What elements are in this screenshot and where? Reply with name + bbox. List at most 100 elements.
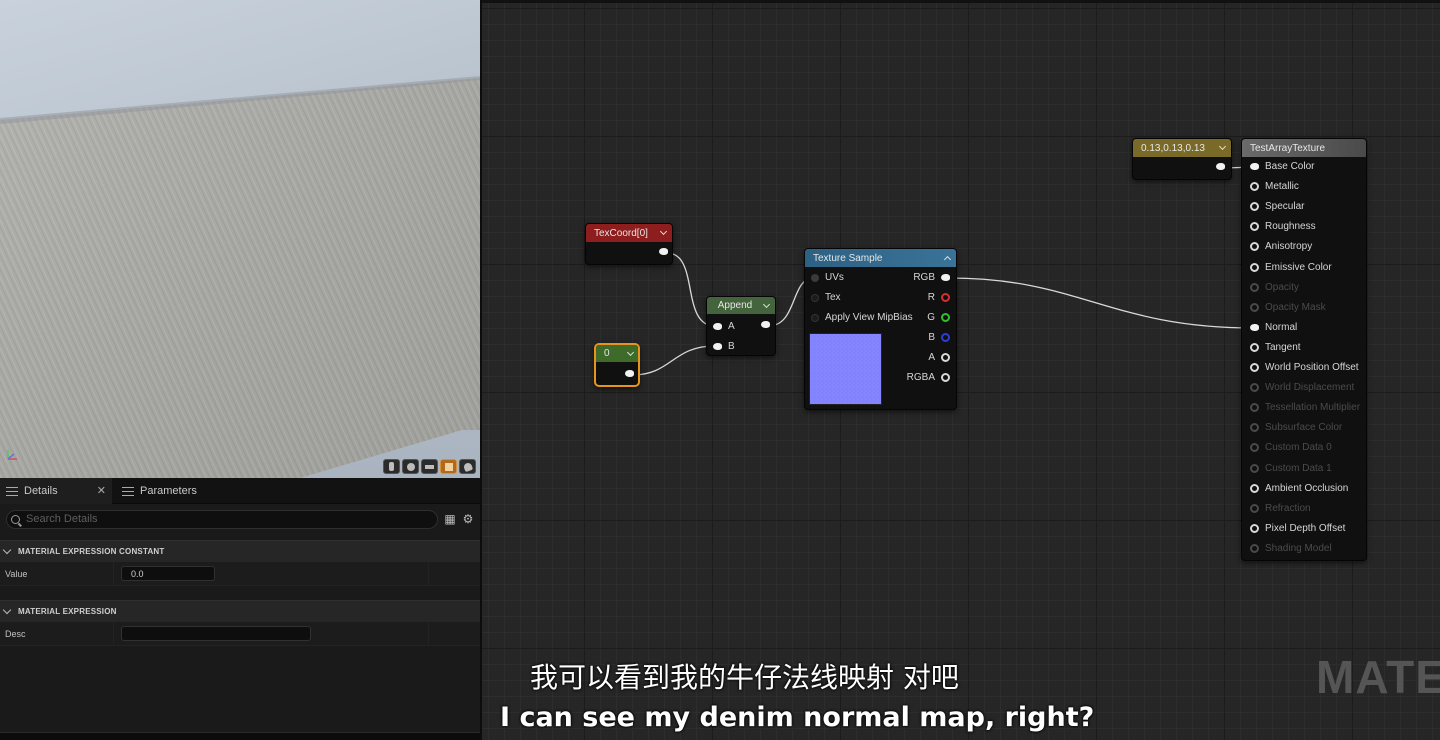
- material-input-custom-data-0[interactable]: Custom Data 0: [1250, 442, 1332, 453]
- material-input-emissive-color[interactable]: Emissive Color: [1250, 262, 1332, 273]
- input-pin-tex[interactable]: Tex: [811, 292, 841, 303]
- output-pin-g[interactable]: G: [927, 312, 950, 323]
- material-input-opacity-mask[interactable]: Opacity Mask: [1250, 302, 1326, 313]
- output-pin-a[interactable]: A: [928, 352, 950, 363]
- pin-label: A: [928, 352, 935, 363]
- constant-node-header: 0: [596, 345, 638, 362]
- pin-label: Roughness: [1265, 221, 1316, 233]
- wire-rgb-to-normal: [948, 277, 1255, 329]
- input-pin-icon: [1250, 262, 1259, 272]
- chevron-down-icon[interactable]: [626, 348, 635, 357]
- texture-preview-thumbnail: [809, 333, 882, 405]
- material-input-world-displacement[interactable]: World Displacement: [1250, 382, 1354, 393]
- pin-label: Shading Model: [1265, 542, 1332, 554]
- input-pin-icon: [1250, 182, 1259, 192]
- material-input-base-color[interactable]: Base Color: [1250, 161, 1314, 172]
- material-input-metallic[interactable]: Metallic: [1250, 181, 1299, 192]
- input-pin-icon: [1250, 423, 1259, 433]
- material-input-roughness[interactable]: Roughness: [1250, 221, 1316, 232]
- material-input-specular[interactable]: Specular: [1250, 201, 1304, 212]
- node-title: TestArrayTexture: [1250, 142, 1326, 154]
- input-pin-icon: [1250, 463, 1259, 473]
- pin-label: World Displacement: [1265, 382, 1355, 394]
- watermark-text: MATEF: [1316, 651, 1440, 703]
- texture-sample-node[interactable]: Texture Sample UVs Tex Apply View MipBia…: [804, 248, 957, 410]
- input-pin-icon: [1250, 543, 1259, 553]
- material-input-subsurface-color[interactable]: Subsurface Color: [1250, 422, 1342, 433]
- pin-label: UVs: [825, 272, 844, 283]
- texcoord-node-header: TexCoord[0]: [586, 224, 672, 242]
- pin-label: Tangent: [1265, 341, 1301, 353]
- material-input-tessellation-multiplier[interactable]: Tessellation Multiplier: [1250, 402, 1360, 413]
- input-pin-icon: [1250, 202, 1259, 212]
- input-pin-icon: [1250, 342, 1259, 352]
- material-input-opacity[interactable]: Opacity: [1250, 282, 1299, 293]
- input-pin-icon: [1250, 302, 1259, 312]
- chevron-down-icon[interactable]: [762, 300, 771, 309]
- pin-label: Ambient Occlusion: [1265, 482, 1349, 494]
- input-pin-uvs[interactable]: UVs: [811, 272, 844, 283]
- texture-sample-header: Texture Sample: [805, 249, 956, 267]
- constant-node[interactable]: 0: [594, 343, 640, 387]
- material-input-ambient-occlusion[interactable]: Ambient Occlusion: [1250, 483, 1348, 494]
- pin-label: G: [927, 312, 935, 323]
- pin-label: Anisotropy: [1265, 241, 1313, 253]
- material-result-node[interactable]: TestArrayTexture Base Color Metallic Specu…: [1241, 138, 1367, 561]
- input-pin-icon: [1250, 363, 1259, 372]
- node-title: Append: [717, 300, 753, 311]
- input-pin-apply-view-mipbias[interactable]: Apply View MipBias: [811, 312, 913, 323]
- input-pin-a[interactable]: A: [713, 321, 735, 332]
- pin-label: Opacity Mask: [1265, 301, 1326, 313]
- material-input-refraction[interactable]: Refraction: [1250, 503, 1311, 514]
- pin-label: Metallic: [1265, 181, 1299, 193]
- material-node-header: TestArrayTexture: [1242, 139, 1366, 157]
- chevron-down-icon[interactable]: [1218, 142, 1227, 151]
- pin-label: B: [928, 332, 935, 343]
- pin-label: Custom Data 0: [1265, 442, 1332, 454]
- pin-label: R: [927, 292, 935, 303]
- texcoord-node[interactable]: TexCoord[0]: [585, 223, 673, 265]
- input-pin-icon: [1250, 242, 1259, 252]
- material-input-custom-data-1[interactable]: Custom Data 1: [1250, 463, 1332, 474]
- output-pin[interactable]: [659, 248, 668, 255]
- wire-constant-to-append-b: [631, 345, 716, 376]
- input-pin-icon: [1250, 403, 1259, 413]
- pin-label: RGB: [913, 272, 935, 283]
- output-pin-rgb[interactable]: RGB: [913, 272, 950, 283]
- material-input-world-position-offset[interactable]: World Position Offset: [1250, 362, 1359, 373]
- output-pin-b[interactable]: B: [928, 332, 950, 343]
- input-pin-icon: [1250, 163, 1259, 170]
- subtitle-english: I can see my denim normal map, right?: [500, 702, 1095, 733]
- append-node-header: Append: [707, 297, 775, 314]
- chevron-down-icon[interactable]: [659, 227, 668, 236]
- pin-label: A: [728, 321, 735, 332]
- pin-label: Base Color: [1265, 161, 1315, 172]
- output-pin[interactable]: [625, 370, 634, 377]
- graph-wires: [631, 166, 1255, 376]
- input-pin-icon: [1250, 282, 1259, 292]
- output-pin-rgba[interactable]: RGBA: [907, 372, 950, 383]
- pin-label: Custom Data 1: [1265, 462, 1332, 474]
- pin-label: B: [728, 341, 735, 352]
- color-constant-node[interactable]: 0.13,0.13,0.13: [1132, 138, 1232, 180]
- material-input-normal[interactable]: Normal: [1250, 322, 1297, 333]
- output-pin[interactable]: [1216, 163, 1225, 170]
- pin-label: Pixel Depth Offset: [1265, 522, 1346, 534]
- material-input-shading-model[interactable]: Shading Model: [1250, 543, 1332, 554]
- subtitle-chinese: 我可以看到我的牛仔法线映射 对吧: [530, 661, 959, 694]
- input-pin-icon: [1250, 443, 1259, 453]
- pin-label: Opacity: [1265, 281, 1299, 293]
- output-pin-r[interactable]: R: [928, 292, 950, 303]
- input-pin-icon: [1250, 323, 1259, 331]
- pin-label: Emissive Color: [1265, 261, 1332, 273]
- material-input-tangent[interactable]: Tangent: [1250, 342, 1301, 353]
- append-node[interactable]: Append A B: [706, 296, 776, 356]
- input-pin-b[interactable]: B: [713, 341, 735, 352]
- input-pin-icon: [1250, 383, 1259, 393]
- chevron-up-icon[interactable]: [943, 255, 952, 264]
- material-input-pixel-depth-offset[interactable]: Pixel Depth Offset: [1250, 523, 1345, 534]
- material-input-anisotropy[interactable]: Anisotropy: [1250, 241, 1312, 252]
- output-pin[interactable]: [761, 321, 770, 328]
- pin-label: Normal: [1265, 321, 1298, 333]
- input-pin-icon: [1250, 222, 1259, 232]
